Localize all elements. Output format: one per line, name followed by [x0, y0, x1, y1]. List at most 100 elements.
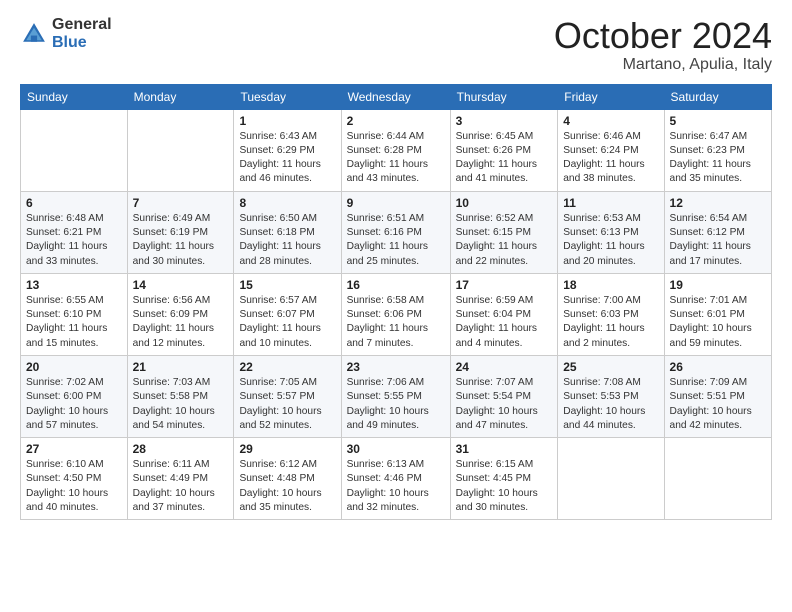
- calendar-cell: 28Sunrise: 6:11 AM Sunset: 4:49 PM Dayli…: [127, 438, 234, 520]
- title-block: October 2024 Martano, Apulia, Italy: [554, 16, 772, 74]
- day-info: Sunrise: 6:51 AM Sunset: 6:16 PM Dayligh…: [347, 212, 445, 269]
- day-number: 4: [563, 114, 658, 128]
- day-number: 22: [239, 360, 335, 374]
- calendar-cell: 23Sunrise: 7:06 AM Sunset: 5:55 PM Dayli…: [341, 355, 450, 437]
- calendar-cell: 18 Sunrise: 7:00 AM Sunset: 6:03 PM Dayli…: [558, 273, 664, 355]
- day-number: 6: [26, 196, 122, 210]
- calendar-cell: 10 Sunrise: 6:52 AM Sunset: 6:15 PM Dayli…: [450, 191, 558, 273]
- day-info: Sunrise: 6:55 AM Sunset: 6:10 PM Dayligh…: [26, 294, 122, 351]
- calendar-cell: 1 Sunrise: 6:43 AM Sunset: 6:29 PM Daylig…: [234, 109, 341, 191]
- day-info: Sunrise: 6:52 AM Sunset: 6:15 PM Dayligh…: [456, 212, 553, 269]
- calendar-cell: 11 Sunrise: 6:53 AM Sunset: 6:13 PM Dayli…: [558, 191, 664, 273]
- day-info: Sunrise: 7:02 AM Sunset: 6:00 PM Dayligh…: [26, 376, 122, 433]
- calendar-table: Sunday Monday Tuesday Wednesday Thursday…: [20, 84, 772, 521]
- day-info: Sunrise: 6:10 AM Sunset: 4:50 PM Dayligh…: [26, 458, 122, 515]
- day-number: 10: [456, 196, 553, 210]
- day-info: Sunrise: 7:01 AM Sunset: 6:01 PM Dayligh…: [670, 294, 766, 351]
- calendar-cell: 20 Sunrise: 7:02 AM Sunset: 6:00 PM Dayli…: [21, 355, 128, 437]
- calendar-cell: 25 Sunrise: 7:08 AM Sunset: 5:53 PM Dayli…: [558, 355, 664, 437]
- day-number: 1: [239, 114, 335, 128]
- calendar-week-row-1: 1 Sunrise: 6:43 AM Sunset: 6:29 PM Daylig…: [21, 109, 772, 191]
- calendar-cell: 19Sunrise: 7:01 AM Sunset: 6:01 PM Dayli…: [664, 273, 771, 355]
- calendar-cell: 5 Sunrise: 6:47 AM Sunset: 6:23 PM Daylig…: [664, 109, 771, 191]
- title-month: October 2024: [554, 16, 772, 56]
- calendar-cell: 7Sunrise: 6:49 AM Sunset: 6:19 PM Daylig…: [127, 191, 234, 273]
- calendar-cell: 12Sunrise: 6:54 AM Sunset: 6:12 PM Dayli…: [664, 191, 771, 273]
- day-info: Sunrise: 6:45 AM Sunset: 6:26 PM Dayligh…: [456, 130, 553, 187]
- day-number: 20: [26, 360, 122, 374]
- day-info: Sunrise: 7:00 AM Sunset: 6:03 PM Dayligh…: [563, 294, 658, 351]
- day-number: 5: [670, 114, 766, 128]
- day-number: 18: [563, 278, 658, 292]
- day-info: Sunrise: 6:43 AM Sunset: 6:29 PM Dayligh…: [239, 130, 335, 187]
- day-info: Sunrise: 6:48 AM Sunset: 6:21 PM Dayligh…: [26, 212, 122, 269]
- calendar-cell: 4 Sunrise: 6:46 AM Sunset: 6:24 PM Daylig…: [558, 109, 664, 191]
- day-number: 14: [133, 278, 229, 292]
- col-friday: Friday: [558, 84, 664, 109]
- day-number: 27: [26, 442, 122, 456]
- calendar-cell: [21, 109, 128, 191]
- day-info: Sunrise: 6:50 AM Sunset: 6:18 PM Dayligh…: [239, 212, 335, 269]
- calendar-cell: [127, 109, 234, 191]
- day-number: 3: [456, 114, 553, 128]
- col-wednesday: Wednesday: [341, 84, 450, 109]
- day-number: 11: [563, 196, 658, 210]
- calendar-cell: 15 Sunrise: 6:57 AM Sunset: 6:07 PM Dayli…: [234, 273, 341, 355]
- day-info: Sunrise: 6:59 AM Sunset: 6:04 PM Dayligh…: [456, 294, 553, 351]
- calendar-cell: 22Sunrise: 7:05 AM Sunset: 5:57 PM Dayli…: [234, 355, 341, 437]
- day-info: Sunrise: 6:53 AM Sunset: 6:13 PM Dayligh…: [563, 212, 658, 269]
- col-monday: Monday: [127, 84, 234, 109]
- calendar-cell: [664, 438, 771, 520]
- calendar-cell: 21Sunrise: 7:03 AM Sunset: 5:58 PM Dayli…: [127, 355, 234, 437]
- day-number: 17: [456, 278, 553, 292]
- day-number: 31: [456, 442, 553, 456]
- calendar-cell: 2Sunrise: 6:44 AM Sunset: 6:28 PM Daylig…: [341, 109, 450, 191]
- day-info: Sunrise: 6:15 AM Sunset: 4:45 PM Dayligh…: [456, 458, 553, 515]
- day-info: Sunrise: 7:08 AM Sunset: 5:53 PM Dayligh…: [563, 376, 658, 433]
- day-info: Sunrise: 6:47 AM Sunset: 6:23 PM Dayligh…: [670, 130, 766, 187]
- calendar-cell: 30Sunrise: 6:13 AM Sunset: 4:46 PM Dayli…: [341, 438, 450, 520]
- day-info: Sunrise: 6:57 AM Sunset: 6:07 PM Dayligh…: [239, 294, 335, 351]
- day-number: 25: [563, 360, 658, 374]
- calendar-cell: [558, 438, 664, 520]
- logo-general-label: General: [52, 16, 112, 34]
- calendar-cell: 6 Sunrise: 6:48 AM Sunset: 6:21 PM Daylig…: [21, 191, 128, 273]
- day-number: 16: [347, 278, 445, 292]
- day-info: Sunrise: 6:13 AM Sunset: 4:46 PM Dayligh…: [347, 458, 445, 515]
- calendar-cell: 27 Sunrise: 6:10 AM Sunset: 4:50 PM Dayli…: [21, 438, 128, 520]
- day-info: Sunrise: 6:44 AM Sunset: 6:28 PM Dayligh…: [347, 130, 445, 187]
- calendar-cell: 17 Sunrise: 6:59 AM Sunset: 6:04 PM Dayli…: [450, 273, 558, 355]
- calendar-week-row-5: 27 Sunrise: 6:10 AM Sunset: 4:50 PM Dayli…: [21, 438, 772, 520]
- day-info: Sunrise: 6:54 AM Sunset: 6:12 PM Dayligh…: [670, 212, 766, 269]
- day-info: Sunrise: 6:56 AM Sunset: 6:09 PM Dayligh…: [133, 294, 229, 351]
- title-location: Martano, Apulia, Italy: [554, 56, 772, 74]
- calendar-cell: 9 Sunrise: 6:51 AM Sunset: 6:16 PM Daylig…: [341, 191, 450, 273]
- calendar-cell: 13 Sunrise: 6:55 AM Sunset: 6:10 PM Dayli…: [21, 273, 128, 355]
- calendar-cell: 31 Sunrise: 6:15 AM Sunset: 4:45 PM Dayli…: [450, 438, 558, 520]
- day-info: Sunrise: 6:46 AM Sunset: 6:24 PM Dayligh…: [563, 130, 658, 187]
- day-number: 28: [133, 442, 229, 456]
- calendar-week-row-2: 6 Sunrise: 6:48 AM Sunset: 6:21 PM Daylig…: [21, 191, 772, 273]
- calendar-cell: 8Sunrise: 6:50 AM Sunset: 6:18 PM Daylig…: [234, 191, 341, 273]
- col-tuesday: Tuesday: [234, 84, 341, 109]
- calendar-cell: 16 Sunrise: 6:58 AM Sunset: 6:06 PM Dayli…: [341, 273, 450, 355]
- calendar-cell: 26Sunrise: 7:09 AM Sunset: 5:51 PM Dayli…: [664, 355, 771, 437]
- col-thursday: Thursday: [450, 84, 558, 109]
- day-info: Sunrise: 6:58 AM Sunset: 6:06 PM Dayligh…: [347, 294, 445, 351]
- logo: General Blue: [20, 16, 112, 51]
- day-number: 15: [239, 278, 335, 292]
- calendar-week-row-4: 20 Sunrise: 7:02 AM Sunset: 6:00 PM Dayli…: [21, 355, 772, 437]
- day-info: Sunrise: 7:09 AM Sunset: 5:51 PM Dayligh…: [670, 376, 766, 433]
- day-info: Sunrise: 7:03 AM Sunset: 5:58 PM Dayligh…: [133, 376, 229, 433]
- calendar-cell: 24Sunrise: 7:07 AM Sunset: 5:54 PM Dayli…: [450, 355, 558, 437]
- logo-text: General Blue: [52, 16, 112, 51]
- day-number: 13: [26, 278, 122, 292]
- day-number: 24: [456, 360, 553, 374]
- day-info: Sunrise: 6:49 AM Sunset: 6:19 PM Dayligh…: [133, 212, 229, 269]
- day-number: 9: [347, 196, 445, 210]
- day-info: Sunrise: 7:06 AM Sunset: 5:55 PM Dayligh…: [347, 376, 445, 433]
- header: General Blue October 2024 Martano, Apuli…: [20, 16, 772, 74]
- calendar-header-row: Sunday Monday Tuesday Wednesday Thursday…: [21, 84, 772, 109]
- calendar-cell: 14 Sunrise: 6:56 AM Sunset: 6:09 PM Dayli…: [127, 273, 234, 355]
- logo-icon: [20, 20, 48, 48]
